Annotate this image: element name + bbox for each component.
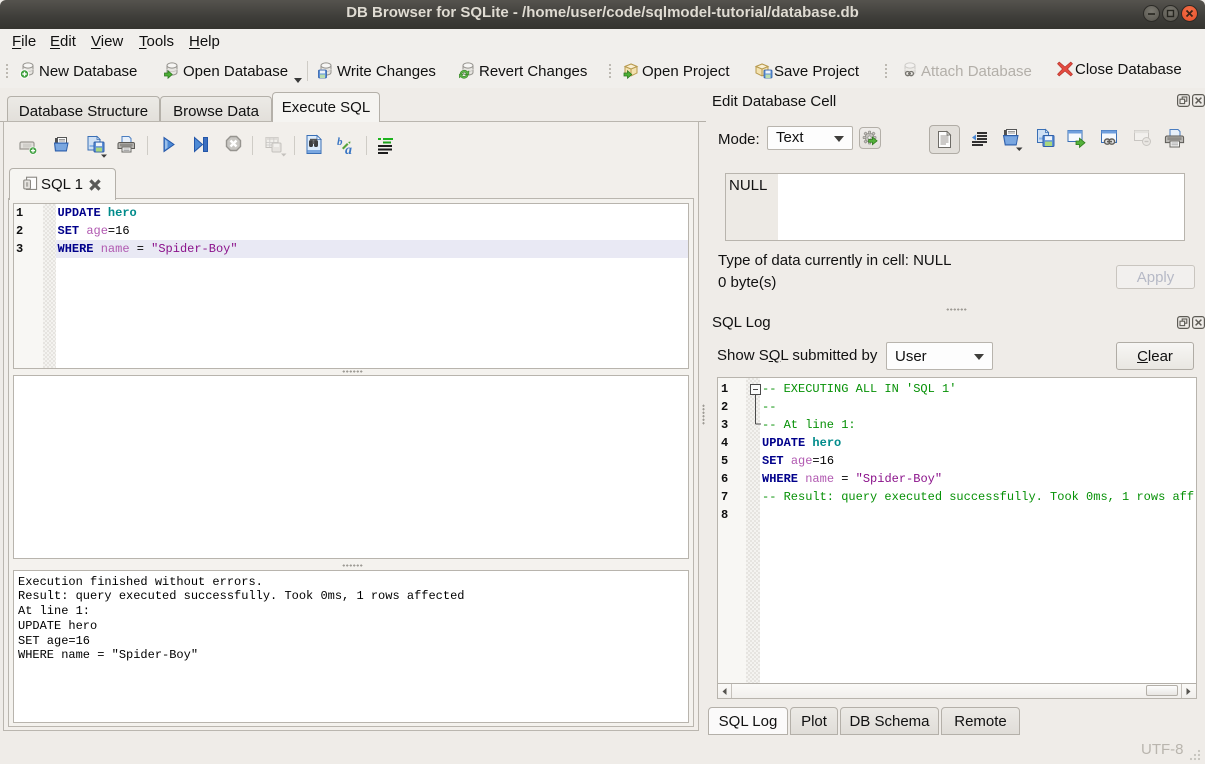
svg-text:b: b [337,136,343,148]
